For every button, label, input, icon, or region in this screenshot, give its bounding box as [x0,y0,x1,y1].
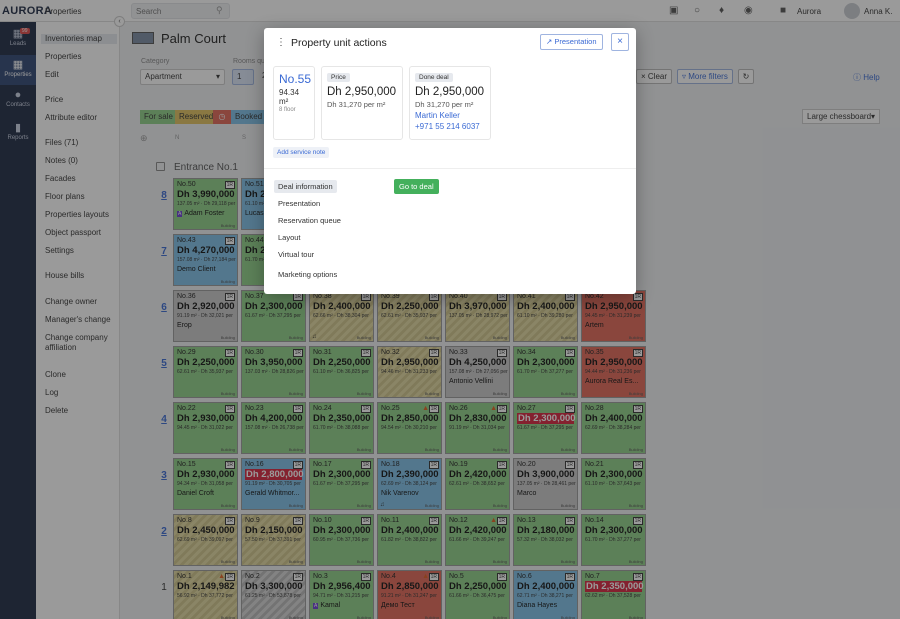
price-value: Dh 2,950,000 [327,86,397,98]
close-button[interactable]: × [611,33,629,51]
presentation-label: Presentation [554,37,597,46]
done-deal-tag: Done deal [415,73,453,82]
price-card: Price Dh 2,950,000 Dh 31,270 per m² [321,66,403,140]
menu-deal-information[interactable]: Deal information [274,180,337,193]
price-tag: Price [327,73,350,82]
menu-reservation-queue[interactable]: Reservation queue [274,214,345,227]
unit-floor: 8 floor [279,107,296,113]
done-deal-card: Done deal Dh 2,950,000 Dh 31,270 per m² … [409,66,491,140]
menu-layout[interactable]: Layout [274,231,305,244]
deal-client-link[interactable]: Martin Keller [415,111,485,120]
divider [264,168,636,169]
deal-phone-link[interactable]: +971 55 214 6037 [415,122,485,131]
unit-number[interactable]: No.55 [279,72,311,86]
go-to-deal-button[interactable]: Go to deal [394,179,439,194]
close-icon: × [617,36,623,47]
unit-area: 94.34 m² [279,88,300,106]
unit-card: No.55 94.34 m² 8 floor [273,66,315,140]
modal-title: Property unit actions [291,37,387,49]
menu-presentation[interactable]: Presentation [274,197,324,210]
add-service-note-button[interactable]: Add service note [273,147,330,158]
menu-marketing-options[interactable]: Marketing options [274,268,341,281]
property-unit-actions-modal: ⋮ Property unit actions ↗ Presentation ×… [264,28,636,294]
presentation-button[interactable]: ↗ Presentation [540,34,603,50]
deal-price: Dh 2,950,000 [415,86,485,98]
more-options-icon[interactable]: ⋮ [276,37,286,48]
deal-price-per-m2: Dh 31,270 per m² [415,100,474,109]
menu-virtual-tour[interactable]: Virtual tour [274,248,318,261]
price-per-m2: Dh 31,270 per m² [327,100,386,109]
